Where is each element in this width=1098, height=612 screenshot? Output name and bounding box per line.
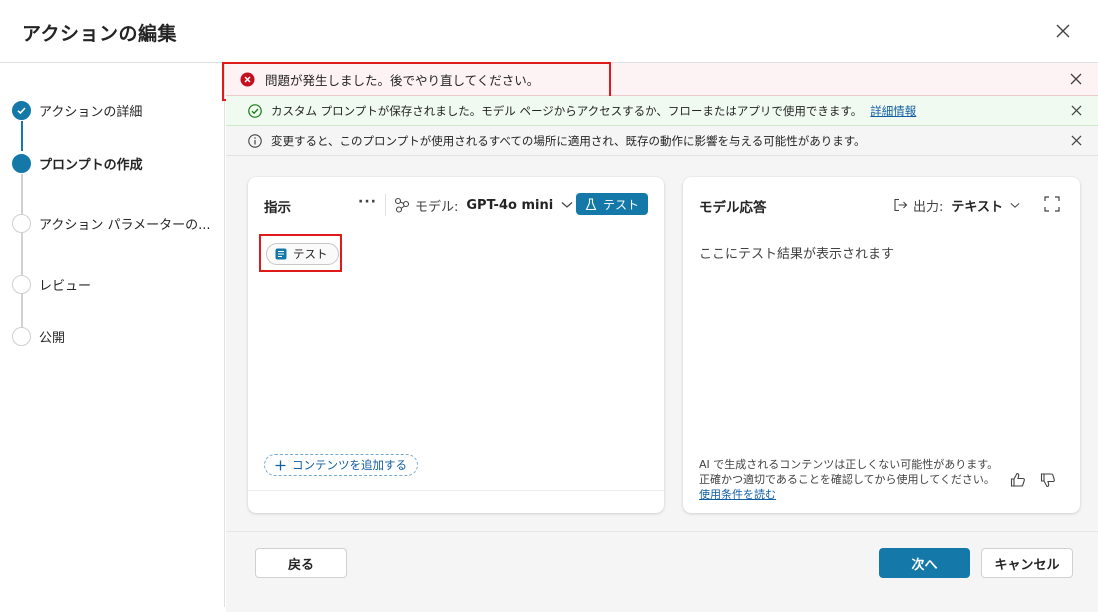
dismiss-error-button[interactable] <box>1068 71 1084 87</box>
next-button[interactable]: 次へ <box>879 548 970 578</box>
output-selector[interactable]: 出力: テキスト <box>893 194 1020 216</box>
instructions-title: 指示 <box>264 200 291 216</box>
close-icon <box>1070 105 1082 116</box>
step-pending-icon <box>12 274 31 294</box>
step-review[interactable]: レビュー <box>12 273 91 295</box>
success-check-icon <box>248 103 262 118</box>
dialog-footer: 戻る 次へ キャンセル <box>226 531 1098 612</box>
info-message: 変更すると、このプロンプトが使用されるすべての場所に適用され、既存の動作に影響を… <box>271 133 866 148</box>
dialog-title: アクションの編集 <box>22 23 178 45</box>
step-connector <box>21 233 23 275</box>
response-placeholder: ここにテスト結果が表示されます <box>699 247 895 262</box>
info-icon <box>248 133 262 148</box>
step-label: 公開 <box>39 330 66 346</box>
close-icon <box>1070 135 1082 146</box>
model-value: GPT-4o mini <box>466 197 554 213</box>
thumbs-up-icon[interactable] <box>1009 471 1027 489</box>
thumbs-down-icon[interactable] <box>1039 471 1057 489</box>
output-label: 出力: <box>913 199 944 215</box>
disclaimer-text: AI で生成されるコンテンツは正しくない可能性があります。正確かつ適切であること… <box>699 458 999 486</box>
step-label: レビュー <box>39 278 92 294</box>
step-connector <box>21 121 23 151</box>
error-icon <box>240 72 255 86</box>
step-label: プロンプトの作成 <box>39 157 143 173</box>
ai-disclaimer: AI で生成されるコンテンツは正しくない可能性があります。正確かつ適切であること… <box>699 457 999 502</box>
model-response-card: モデル応答 出力: テキスト ここにテスト結果が表示されます AI で生成される… <box>683 177 1080 513</box>
output-arrow-icon <box>894 198 908 212</box>
card-footer-divider <box>248 490 664 491</box>
step-label: アクション パラメーターの... <box>39 217 211 233</box>
output-value: テキスト <box>951 199 1004 215</box>
chevron-down-icon <box>1010 202 1020 208</box>
step-complete-icon <box>12 100 31 120</box>
add-content-label: コンテンツを追加する <box>292 458 407 472</box>
add-content-button[interactable]: コンテンツを追加する <box>264 454 418 476</box>
terms-link[interactable]: 使用条件を読む <box>699 488 776 501</box>
model-selector[interactable]: モデル: GPT-4o mini <box>394 194 573 216</box>
cancel-button[interactable]: キャンセル <box>981 548 1073 578</box>
step-action-parameters[interactable]: アクション パラメーターの... <box>12 212 211 234</box>
text-input-icon <box>275 248 287 260</box>
dismiss-info-button[interactable] <box>1068 133 1084 149</box>
dialog-header: アクションの編集 <box>0 0 1098 62</box>
close-icon <box>1070 73 1082 85</box>
close-dialog-button[interactable] <box>1050 18 1076 44</box>
dismiss-success-button[interactable] <box>1068 103 1084 119</box>
chip-label: テスト <box>293 247 328 261</box>
step-pending-icon <box>12 326 31 346</box>
step-pending-icon <box>12 213 31 233</box>
error-message: 問題が発生しました。後でやり直してください。 <box>265 72 540 88</box>
step-action-details[interactable]: アクションの詳細 <box>12 99 142 121</box>
learn-more-link[interactable]: 詳細情報 <box>870 103 916 119</box>
step-connector <box>21 293 23 329</box>
more-options-icon[interactable]: ··· <box>358 194 376 214</box>
model-nodes-icon <box>394 197 410 213</box>
main-content: 問題が発生しました。後でやり直してください。 カスタム プロンプトが保存されまし… <box>222 62 1098 612</box>
toolbar-divider <box>385 194 386 216</box>
expand-icon[interactable] <box>1044 196 1060 212</box>
back-button[interactable]: 戻る <box>255 548 347 578</box>
step-publish[interactable]: 公開 <box>12 325 65 347</box>
info-banner: 変更すると、このプロンプトが使用されるすべての場所に適用され、既存の動作に影響を… <box>226 126 1098 156</box>
response-title: モデル応答 <box>699 200 767 216</box>
error-banner: 問題が発生しました。後でやり直してください。 <box>222 62 1098 101</box>
test-button[interactable]: テスト <box>576 193 648 215</box>
step-connector <box>21 174 23 214</box>
step-current-icon <box>12 153 31 173</box>
success-message: カスタム プロンプトが保存されました。モデル ページからアクセスするか、フローま… <box>271 103 863 118</box>
step-label: アクションの詳細 <box>39 104 143 120</box>
model-label: モデル: <box>415 199 459 215</box>
instructions-card: 指示 ··· モデル: GPT-4o mini テスト テスト コンテンツを追加… <box>248 177 664 513</box>
success-banner: カスタム プロンプトが保存されました。モデル ページからアクセスするか、フローま… <box>226 96 1098 126</box>
close-icon <box>1056 24 1070 38</box>
beaker-icon <box>585 197 597 210</box>
chevron-down-icon <box>561 202 573 208</box>
plus-icon <box>275 460 286 470</box>
test-button-label: テスト <box>602 197 639 212</box>
step-create-prompt[interactable]: プロンプトの作成 <box>12 152 143 174</box>
stepper-sidebar: アクションの詳細 プロンプトの作成 アクション パラメーターの... レビュー … <box>0 62 225 607</box>
input-chip-test[interactable]: テスト <box>266 243 339 265</box>
